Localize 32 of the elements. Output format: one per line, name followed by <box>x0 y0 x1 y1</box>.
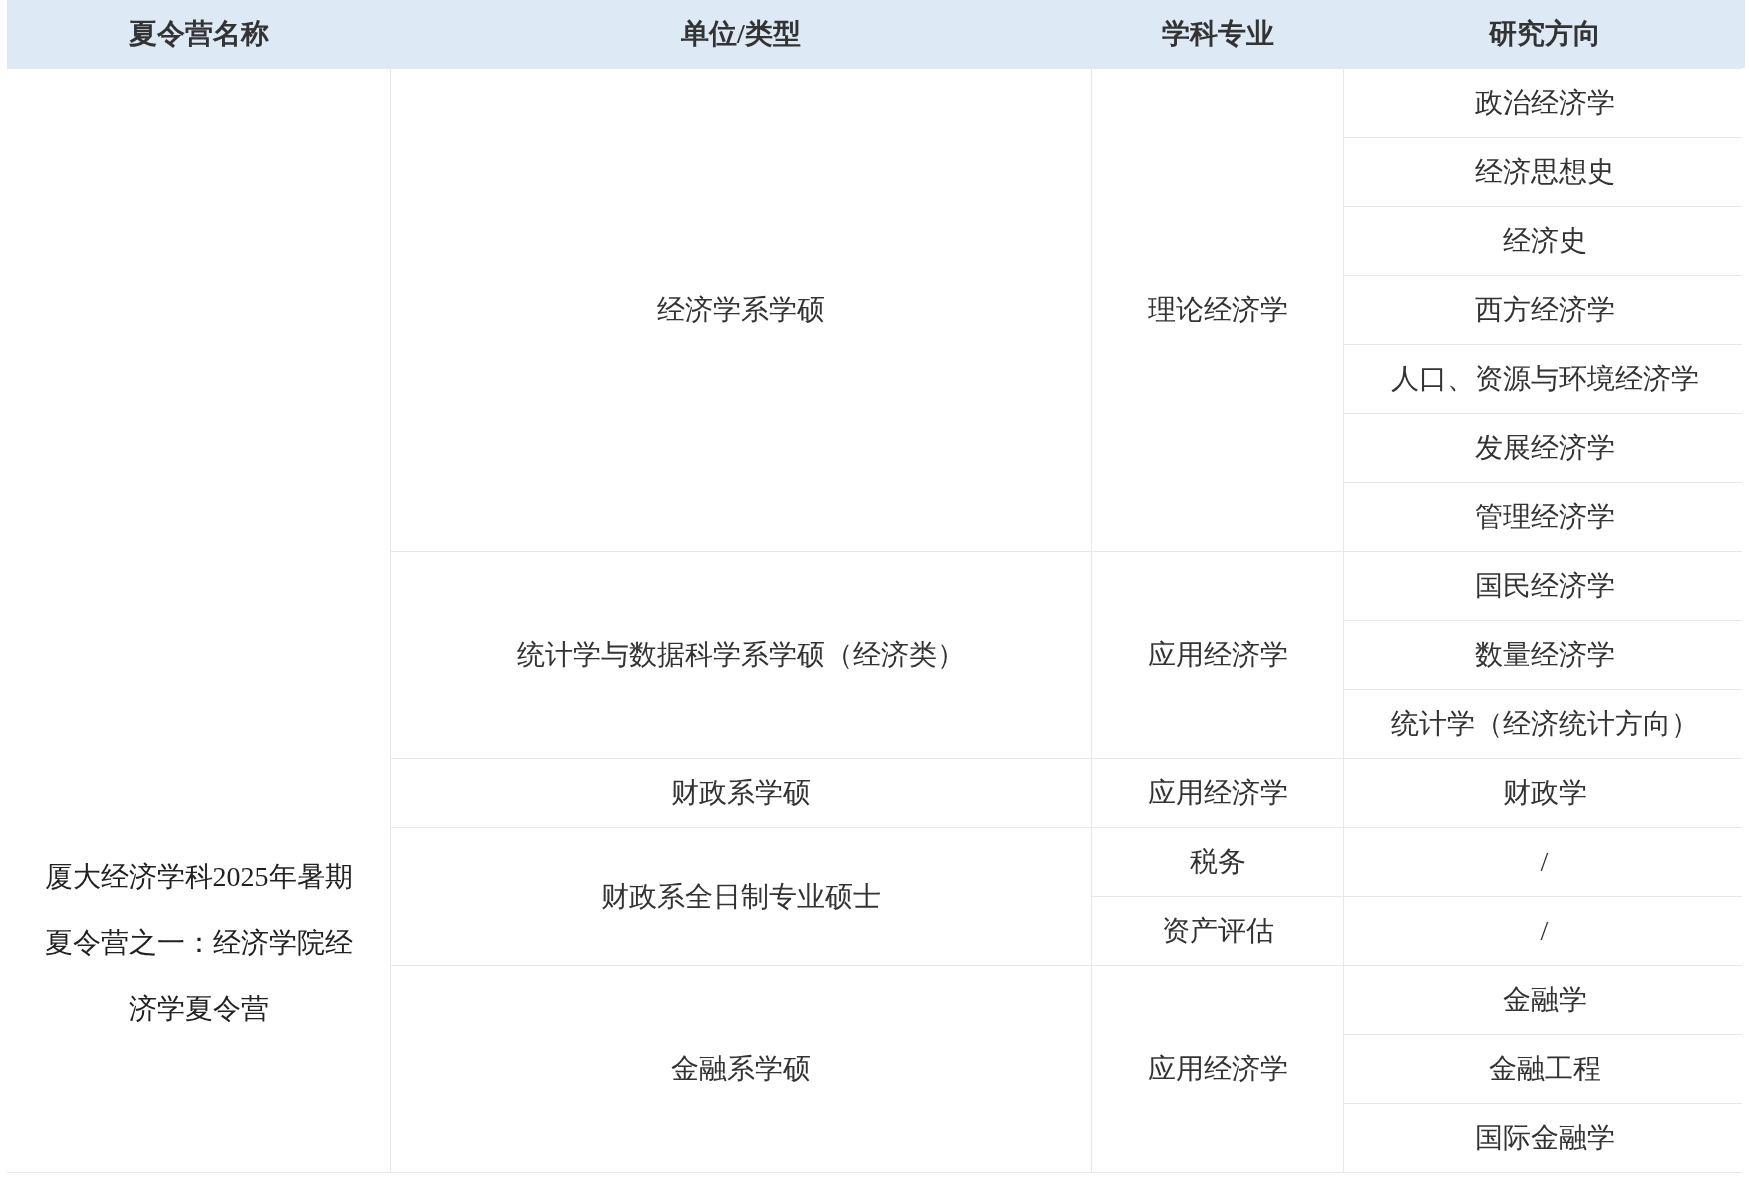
direction-cell: 国际金融学 <box>1344 1104 1745 1172</box>
major-cell: 应用经济学 <box>1092 552 1343 758</box>
direction-cell: / <box>1344 897 1745 965</box>
unit-cell: 财政系全日制专业硕士 <box>391 828 1091 965</box>
column-header: 单位/类型 <box>391 0 1091 68</box>
major-cell: 应用经济学 <box>1092 759 1343 827</box>
unit-cell: 统计学与数据科学系学硕（经济类） <box>391 552 1091 758</box>
direction-cell: 财政学 <box>1344 759 1745 827</box>
unit-cell: 财政系学硕 <box>391 759 1091 827</box>
direction-cell: 经济史 <box>1344 207 1745 275</box>
direction-cell: / <box>1344 828 1745 896</box>
direction-cell: 金融工程 <box>1344 1035 1745 1103</box>
unit-cell: 金融系学硕 <box>391 966 1091 1172</box>
column-header: 夏令营名称 <box>7 0 390 68</box>
column-header: 学科专业 <box>1092 0 1343 68</box>
direction-cell: 人口、资源与环境经济学 <box>1344 345 1745 413</box>
column-header: 研究方向 <box>1344 0 1745 68</box>
direction-cell: 政治经济学 <box>1344 69 1745 137</box>
unit-cell: 经济学系学硕 <box>391 69 1091 551</box>
direction-cell: 经济思想史 <box>1344 138 1745 206</box>
camp-name: 厦大经济学科2025年暑期夏令营之一：经济学院经济学夏令营 <box>43 860 354 1026</box>
major-cell: 应用经济学 <box>1092 966 1343 1172</box>
direction-cell: 西方经济学 <box>1344 276 1745 344</box>
direction-cell: 国民经济学 <box>1344 552 1745 620</box>
direction-cell: 金融学 <box>1344 966 1745 1034</box>
direction-cell: 数量经济学 <box>1344 621 1745 689</box>
major-cell: 资产评估 <box>1092 897 1343 965</box>
direction-cell: 发展经济学 <box>1344 414 1745 482</box>
major-cell: 税务 <box>1092 828 1343 896</box>
major-cell: 理论经济学 <box>1092 69 1343 551</box>
direction-cell: 管理经济学 <box>1344 483 1745 551</box>
direction-cell: 统计学（经济统计方向） <box>1344 690 1745 758</box>
